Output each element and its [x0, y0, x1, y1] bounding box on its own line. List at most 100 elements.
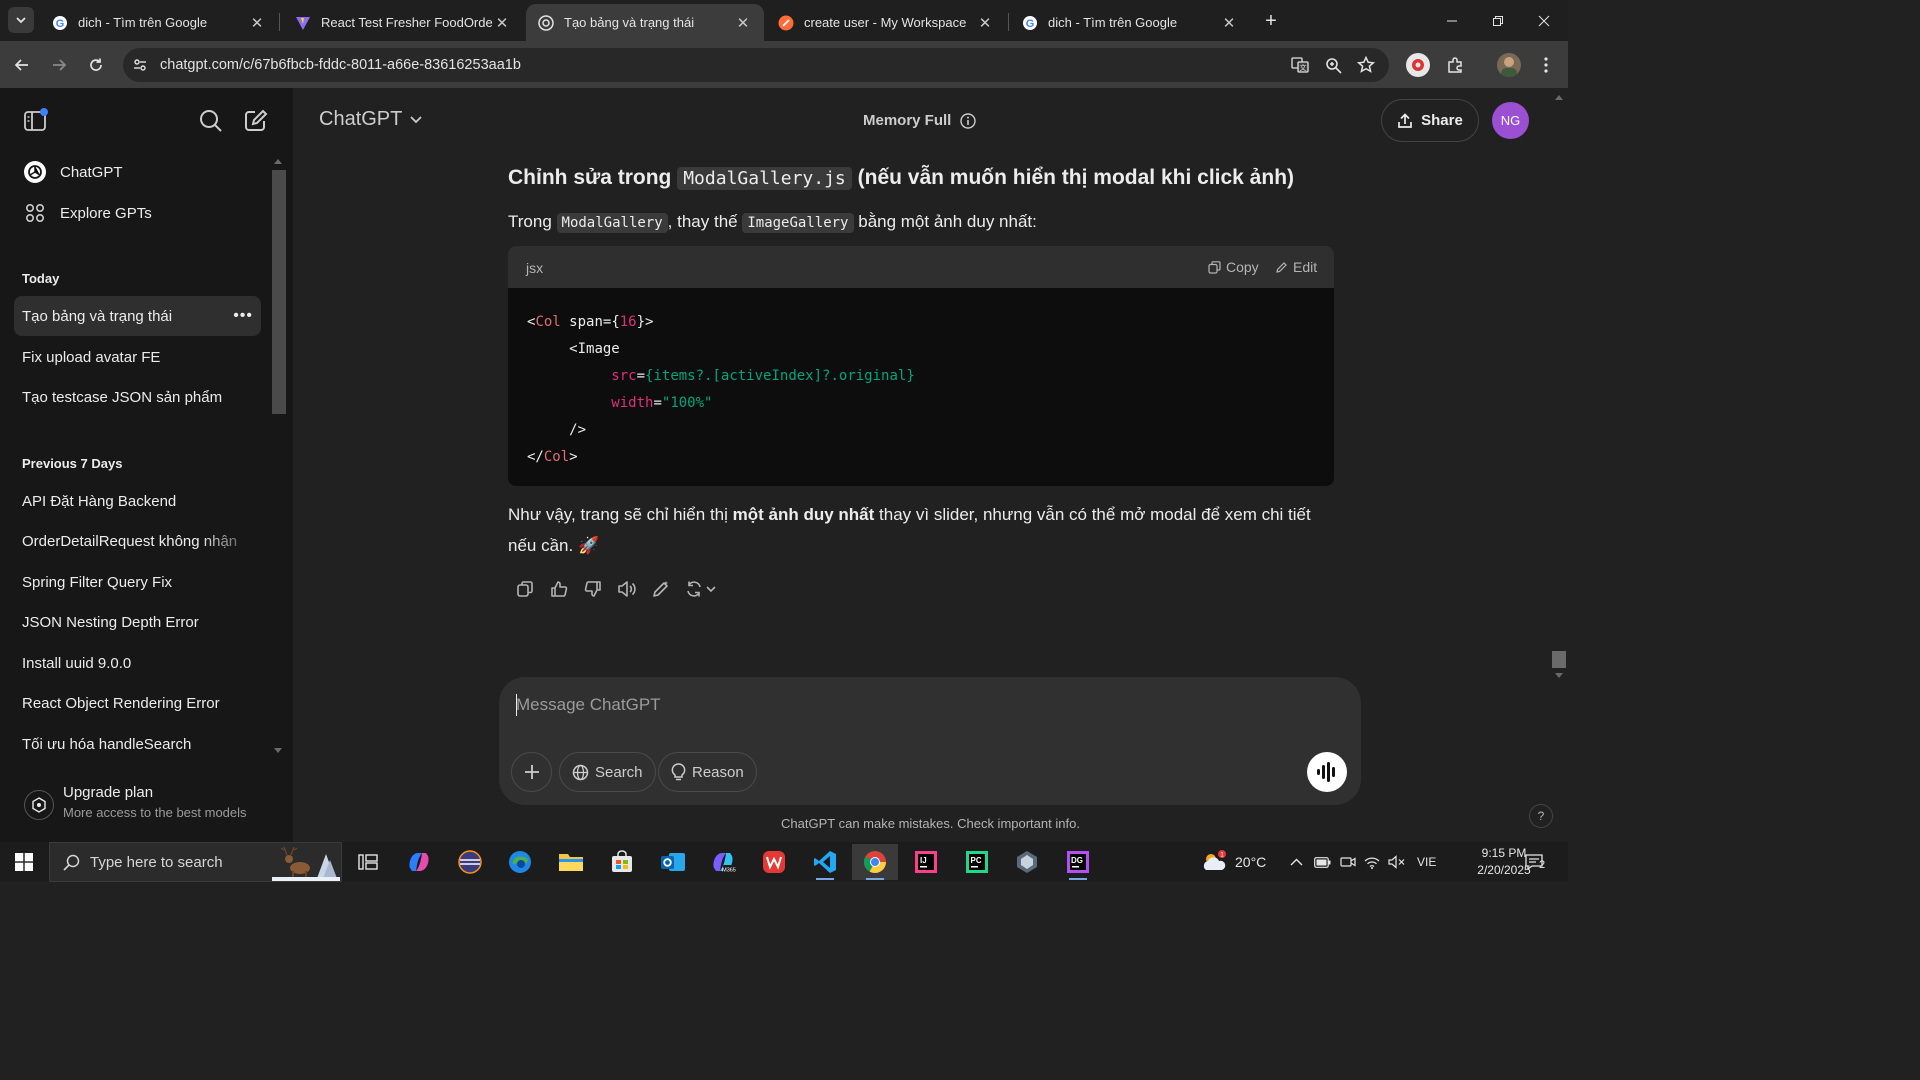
weather-widget[interactable]: 1 20°C: [1200, 842, 1266, 882]
chat-item[interactable]: JSON Nesting Depth Error: [14, 602, 261, 642]
tab-close-icon[interactable]: ✕: [1220, 14, 1238, 32]
help-button[interactable]: ?: [1529, 804, 1553, 828]
back-button[interactable]: [8, 51, 36, 79]
search-chats-button[interactable]: [198, 108, 224, 134]
tab-search-button[interactable]: [8, 7, 34, 33]
taskbar-app-microsoft-365[interactable]: M365: [700, 844, 746, 880]
show-hidden-icons-button[interactable]: [1290, 842, 1303, 882]
taskbar-app-copilot[interactable]: [396, 844, 442, 880]
share-button[interactable]: Share: [1381, 99, 1479, 142]
forward-button[interactable]: [45, 51, 73, 79]
extension-avatar-icon[interactable]: [1406, 53, 1430, 77]
browser-tab[interactable]: G dich - Tìm trên Google ✕: [40, 4, 278, 41]
toggle-sidebar-button[interactable]: [23, 108, 49, 134]
start-button[interactable]: [0, 842, 48, 882]
meet-now-icon[interactable]: [1340, 842, 1356, 882]
extensions-puzzle-icon[interactable]: [1445, 55, 1465, 75]
input-language[interactable]: VIE: [1417, 842, 1436, 882]
info-icon[interactable]: [960, 112, 977, 129]
edit-code-button[interactable]: Edit: [1275, 259, 1317, 275]
browser-tab-active[interactable]: Tạo bảng và trạng thái ✕: [526, 4, 764, 41]
main-scrollbar-thumb[interactable]: [1552, 651, 1566, 668]
taskbar-app-vscode[interactable]: [802, 844, 848, 880]
chat-item[interactable]: Fix upload avatar FE: [14, 337, 261, 377]
chat-item[interactable]: React Object Rendering Error: [14, 683, 261, 723]
taskbar-app-edge[interactable]: [497, 844, 543, 880]
chat-item[interactable]: Tạo testcase JSON sản phẩm: [14, 377, 261, 417]
tab-close-icon[interactable]: ✕: [734, 14, 752, 32]
tab-close-icon[interactable]: ✕: [493, 14, 511, 32]
taskbar-app-generic[interactable]: [1004, 844, 1050, 880]
copy-message-button[interactable]: [508, 572, 542, 606]
volume-muted-icon[interactable]: [1388, 842, 1405, 882]
more-options-icon[interactable]: •••: [233, 307, 253, 325]
attach-button[interactable]: [511, 752, 552, 792]
close-window-button[interactable]: [1521, 0, 1567, 41]
reason-toggle-button[interactable]: Reason: [658, 752, 757, 792]
browser-tab[interactable]: G dich - Tìm trên Google ✕: [1010, 4, 1250, 41]
chat-item[interactable]: API Đặt Hàng Backend: [14, 481, 261, 521]
zoom-icon[interactable]: [1323, 55, 1343, 75]
chat-item-active[interactable]: Tạo bảng và trạng thái •••: [14, 296, 261, 336]
reload-button[interactable]: [82, 51, 110, 79]
read-aloud-button[interactable]: [610, 572, 644, 606]
wifi-icon[interactable]: [1364, 842, 1380, 882]
taskbar-app-chrome[interactable]: [852, 844, 898, 880]
bookmark-star-icon[interactable]: [1356, 55, 1376, 75]
taskbar-search-box[interactable]: Type here to search: [49, 842, 342, 882]
thumbs-up-button[interactable]: [542, 572, 576, 606]
globe-icon: [572, 764, 589, 780]
model-selector[interactable]: ChatGPT: [319, 108, 422, 131]
task-view-button[interactable]: [345, 844, 391, 880]
battery-icon[interactable]: [1314, 842, 1331, 882]
taskbar-app-datagrip[interactable]: DG: [1055, 844, 1101, 880]
browser-tab[interactable]: React Test Fresher FoodOrder ✕: [283, 4, 523, 41]
address-bar[interactable]: chatgpt.com/c/67b6fbcb-fddc-8011-a66e-83…: [123, 48, 1389, 82]
new-chat-button[interactable]: [243, 108, 269, 134]
taskbar-app-intellij[interactable]: IJ: [903, 844, 949, 880]
browser-tab[interactable]: create user - My Workspace ✕: [766, 4, 1006, 41]
upgrade-plan-button[interactable]: Upgrade plan More access to the best mod…: [22, 782, 272, 830]
sidebar-item-chatgpt[interactable]: ChatGPT: [22, 157, 123, 187]
tab-close-icon[interactable]: ✕: [976, 14, 994, 32]
sidebar-item-explore-gpts[interactable]: Explore GPTs: [22, 198, 152, 228]
scroll-up-arrow-icon[interactable]: [1555, 94, 1563, 100]
message-input[interactable]: Message ChatGPT: [516, 695, 661, 715]
tab-close-icon[interactable]: ✕: [248, 14, 266, 32]
restore-button[interactable]: [1475, 0, 1521, 41]
thumbs-down-button[interactable]: [576, 572, 610, 606]
edit-in-canvas-button[interactable]: [644, 572, 678, 606]
regenerate-button[interactable]: [678, 572, 722, 606]
taskbar-app-pycharm[interactable]: PC: [954, 844, 1000, 880]
chat-item[interactable]: Tối ưu hóa handleSearch: [14, 724, 261, 764]
scroll-up-arrow-icon[interactable]: [274, 158, 282, 164]
url-text[interactable]: chatgpt.com/c/67b6fbcb-fddc-8011-a66e-83…: [160, 57, 521, 73]
running-indicator: [866, 878, 884, 880]
chat-item-label: Tối ưu hóa handleSearch: [22, 735, 192, 753]
user-avatar[interactable]: NG: [1492, 102, 1529, 139]
taskbar-app-store[interactable]: [599, 844, 645, 880]
taskbar-app-file-explorer[interactable]: [548, 844, 594, 880]
chat-item[interactable]: Spring Filter Query Fix: [14, 562, 261, 602]
memory-status[interactable]: Memory Full: [863, 112, 977, 129]
datagrip-icon: DG: [1067, 851, 1089, 873]
new-tab-button[interactable]: +: [1259, 9, 1283, 33]
sidebar-scrollbar[interactable]: [272, 170, 286, 414]
taskbar-app-wps[interactable]: [751, 844, 797, 880]
taskbar-app-eclipse[interactable]: [447, 844, 493, 880]
chat-item[interactable]: Install uuid 9.0.0: [14, 643, 261, 683]
scroll-down-arrow-icon[interactable]: [1555, 673, 1563, 679]
copy-code-button[interactable]: Copy: [1208, 259, 1259, 275]
search-toggle-button[interactable]: Search: [559, 752, 656, 792]
notifications-button[interactable]: 2: [1524, 842, 1545, 882]
minimize-button[interactable]: [1429, 0, 1475, 41]
message-paragraph: Như vậy, trang sẽ chỉ hiển thị một ảnh d…: [508, 499, 1334, 561]
profile-avatar[interactable]: [1497, 53, 1521, 77]
voice-mode-button[interactable]: [1307, 752, 1347, 792]
taskbar-app-outlook[interactable]: [650, 844, 696, 880]
scroll-down-arrow-icon[interactable]: [274, 748, 282, 754]
translate-icon[interactable]: 文: [1290, 55, 1310, 75]
heading-text: (nếu vẫn muốn hiển thị modal khi click ả…: [857, 166, 1295, 189]
site-settings-icon[interactable]: [132, 57, 148, 73]
browser-menu-icon[interactable]: [1536, 55, 1556, 75]
